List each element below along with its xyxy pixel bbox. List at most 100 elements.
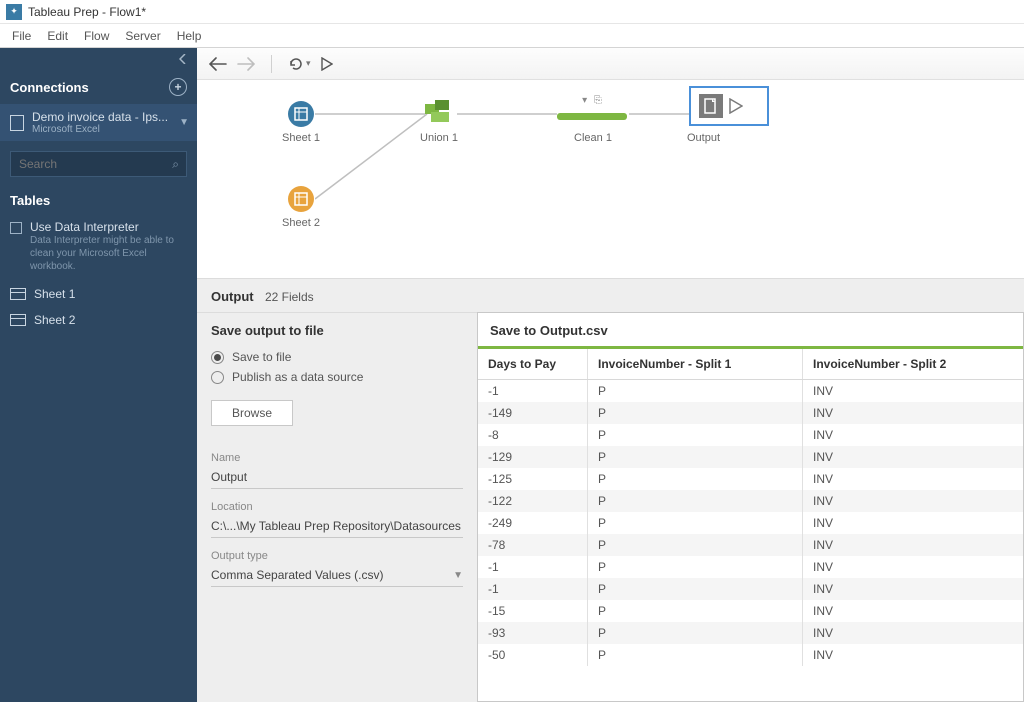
cell: P bbox=[588, 468, 803, 490]
connection-type: Microsoft Excel bbox=[32, 124, 168, 135]
sidebar: Connections + Demo invoice data - Ips...… bbox=[0, 48, 197, 702]
menu-server[interactable]: Server bbox=[117, 29, 168, 43]
table-row[interactable]: -129PINV bbox=[478, 446, 1023, 468]
cell: INV bbox=[803, 644, 1023, 666]
cell: -93 bbox=[478, 622, 588, 644]
radio-publish[interactable]: Publish as a data source bbox=[211, 370, 463, 384]
table-row[interactable]: -249PINV bbox=[478, 512, 1023, 534]
output-type-value: Comma Separated Values (.csv) bbox=[211, 568, 384, 582]
interpreter-description: Data Interpreter might be able to clean … bbox=[30, 234, 187, 273]
name-field[interactable]: Output bbox=[211, 466, 463, 489]
cell: P bbox=[588, 424, 803, 446]
browse-button[interactable]: Browse bbox=[211, 400, 293, 426]
table-icon bbox=[10, 288, 26, 300]
menu-file[interactable]: File bbox=[4, 29, 39, 43]
table-row[interactable]: -1PINV bbox=[478, 578, 1023, 600]
radio-label: Publish as a data source bbox=[232, 370, 363, 384]
cell: -125 bbox=[478, 468, 588, 490]
flow-node-label: Union 1 bbox=[409, 132, 469, 144]
radio-save-to-file[interactable]: Save to file bbox=[211, 350, 463, 364]
cell: INV bbox=[803, 446, 1023, 468]
connection-name: Demo invoice data - Ips... bbox=[32, 110, 168, 124]
save-output-heading: Save output to file bbox=[211, 323, 463, 338]
titlebar: ✦ Tableau Prep - Flow1* bbox=[0, 0, 1024, 24]
cell: P bbox=[588, 600, 803, 622]
checkbox-icon[interactable] bbox=[10, 222, 22, 234]
chevron-down-icon[interactable]: ▼ bbox=[179, 117, 189, 128]
refresh-button[interactable]: ▾ bbox=[288, 56, 311, 72]
output-header: Output 22 Fields bbox=[197, 279, 1024, 304]
cell: INV bbox=[803, 600, 1023, 622]
output-config: Save output to file Save to file Publish… bbox=[197, 312, 477, 702]
flow-node-sheet2[interactable] bbox=[287, 185, 315, 213]
cell: P bbox=[588, 578, 803, 600]
chevron-down-icon: ▼ bbox=[453, 570, 463, 581]
separator bbox=[271, 55, 272, 73]
tables-label: Tables bbox=[0, 187, 197, 214]
cell: P bbox=[588, 644, 803, 666]
search-icon: ⌕ bbox=[172, 157, 179, 172]
flow-node-sheet1[interactable] bbox=[287, 100, 315, 128]
window-title: Tableau Prep - Flow1* bbox=[28, 5, 146, 19]
table-row[interactable]: -149PINV bbox=[478, 402, 1023, 424]
output-title: Output bbox=[211, 289, 254, 304]
cell: -122 bbox=[478, 490, 588, 512]
cell: -1 bbox=[478, 578, 588, 600]
table-row[interactable]: -1PINV bbox=[478, 380, 1023, 402]
cell: INV bbox=[803, 556, 1023, 578]
table-row[interactable]: -125PINV bbox=[478, 468, 1023, 490]
table-row[interactable]: -50PINV bbox=[478, 644, 1023, 666]
cell: INV bbox=[803, 622, 1023, 644]
menu-help[interactable]: Help bbox=[169, 29, 210, 43]
location-field[interactable]: C:\...\My Tableau Prep Repository\Dataso… bbox=[211, 515, 463, 538]
flow-node-label: Sheet 2 bbox=[271, 217, 331, 229]
flow-node-clean[interactable]: ▾ ⎘ bbox=[557, 95, 627, 126]
cell: INV bbox=[803, 468, 1023, 490]
table-item-sheet2[interactable]: Sheet 2 bbox=[0, 307, 197, 333]
table-item-label: Sheet 1 bbox=[34, 287, 75, 301]
run-flow-button[interactable] bbox=[321, 57, 333, 71]
table-item-sheet1[interactable]: Sheet 1 bbox=[0, 281, 197, 307]
table-header-row: Days to Pay InvoiceNumber - Split 1 Invo… bbox=[478, 349, 1023, 380]
back-button[interactable] bbox=[209, 57, 227, 71]
data-interpreter-option[interactable]: Use Data Interpreter Data Interpreter mi… bbox=[0, 214, 197, 281]
table-row[interactable]: -93PINV bbox=[478, 622, 1023, 644]
cell: P bbox=[588, 512, 803, 534]
table-row[interactable]: -15PINV bbox=[478, 600, 1023, 622]
cell: -129 bbox=[478, 446, 588, 468]
radio-icon bbox=[211, 371, 224, 384]
cell: INV bbox=[803, 578, 1023, 600]
column-header[interactable]: InvoiceNumber - Split 1 bbox=[588, 349, 803, 379]
flow-node-output[interactable] bbox=[689, 86, 769, 126]
cell: INV bbox=[803, 490, 1023, 512]
cell: INV bbox=[803, 424, 1023, 446]
collapse-sidebar-button[interactable] bbox=[0, 48, 197, 70]
column-header[interactable]: InvoiceNumber - Split 2 bbox=[803, 349, 1023, 379]
cell: -8 bbox=[478, 424, 588, 446]
connection-item[interactable]: Demo invoice data - Ips... Microsoft Exc… bbox=[0, 104, 197, 141]
table-row[interactable]: -1PINV bbox=[478, 556, 1023, 578]
table-row[interactable]: -78PINV bbox=[478, 534, 1023, 556]
table-row[interactable]: -122PINV bbox=[478, 490, 1023, 512]
menu-flow[interactable]: Flow bbox=[76, 29, 117, 43]
search-input[interactable] bbox=[10, 151, 187, 177]
name-label: Name bbox=[211, 452, 463, 464]
flow-toolbar: ▾ bbox=[197, 48, 1024, 80]
add-connection-button[interactable]: + bbox=[169, 78, 187, 96]
location-label: Location bbox=[211, 501, 463, 513]
cell: INV bbox=[803, 380, 1023, 402]
cell: P bbox=[588, 490, 803, 512]
menu-edit[interactable]: Edit bbox=[39, 29, 76, 43]
table-row[interactable]: -8PINV bbox=[478, 424, 1023, 446]
column-header[interactable]: Days to Pay bbox=[478, 349, 588, 379]
export-icon: ⎘ bbox=[594, 95, 602, 106]
flow-canvas[interactable]: Sheet 1 Sheet 2 Union 1 bbox=[197, 80, 1024, 278]
connections-label: Connections bbox=[10, 80, 89, 95]
radio-icon bbox=[211, 351, 224, 364]
output-panel: Output 22 Fields Save output to file Sav… bbox=[197, 278, 1024, 702]
preview-title: Save to Output.csv bbox=[478, 313, 1023, 346]
menubar: File Edit Flow Server Help bbox=[0, 24, 1024, 48]
cell: P bbox=[588, 380, 803, 402]
flow-node-union[interactable] bbox=[425, 100, 455, 126]
output-type-select[interactable]: Comma Separated Values (.csv) ▼ bbox=[211, 564, 463, 587]
